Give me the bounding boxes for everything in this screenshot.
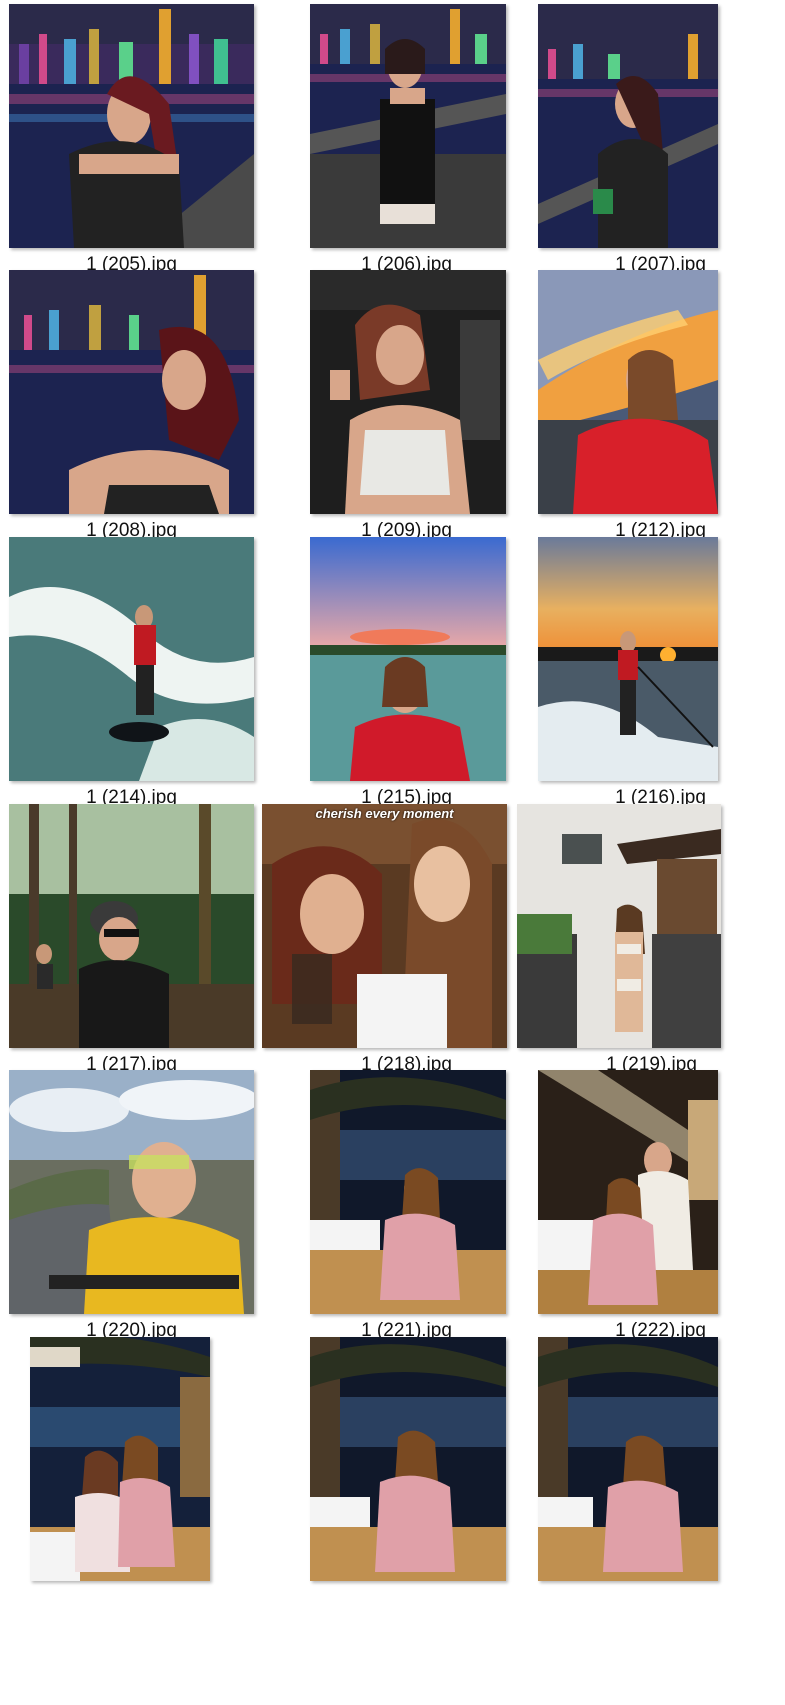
photo-car-interior xyxy=(310,270,506,514)
file-item[interactable]: 1 (209).jpg xyxy=(284,270,529,550)
file-item[interactable]: 1 (214).jpg xyxy=(9,537,254,817)
photo-terrace-duo xyxy=(30,1337,210,1581)
thumbnail[interactable] xyxy=(9,804,254,1048)
file-item[interactable]: 1 (220).jpg xyxy=(9,1070,254,1350)
thumbnail[interactable] xyxy=(284,537,529,781)
file-item[interactable]: 1 (215).jpg xyxy=(284,537,529,817)
file-item[interactable] xyxy=(9,1337,254,1617)
photo-night-terrace xyxy=(310,1070,506,1314)
file-item[interactable]: 1 (205).jpg xyxy=(9,4,254,284)
thumbnail[interactable]: cherish every moment xyxy=(262,804,507,1048)
photo-kart-road xyxy=(9,1070,254,1314)
thumbnail[interactable] xyxy=(538,1337,783,1581)
thumbnail[interactable] xyxy=(284,1337,529,1581)
thumbnail[interactable] xyxy=(9,1337,254,1581)
photo-night-city xyxy=(538,4,718,248)
thumbnail[interactable] xyxy=(284,4,529,248)
photo-night-city xyxy=(9,270,254,514)
thumbnail[interactable] xyxy=(9,4,254,248)
overlay-caption: cherish every moment xyxy=(315,806,454,821)
thumbnail[interactable] xyxy=(538,1070,783,1314)
photo-sunset-surf xyxy=(538,537,718,781)
thumbnail[interactable] xyxy=(9,270,254,514)
file-item[interactable] xyxy=(284,1337,529,1617)
thumbnail[interactable] xyxy=(9,537,254,781)
thumbnail[interactable] xyxy=(517,804,762,1048)
thumbnail[interactable] xyxy=(538,537,783,781)
file-thumbnail-grid: 1 (205).jpg 1 (206).jpg 1 (207).jpg 1 (2… xyxy=(0,0,785,1705)
photo-cafe-selfie: cherish every moment xyxy=(262,804,507,1048)
photo-night-city xyxy=(310,4,506,248)
photo-forest-ride xyxy=(9,804,254,1048)
file-item[interactable]: 1 (219).jpg xyxy=(517,804,762,1084)
thumbnail[interactable] xyxy=(284,270,529,514)
file-item[interactable]: 1 (207).jpg xyxy=(538,4,783,284)
photo-lake-dusk xyxy=(310,537,506,781)
photo-night-city xyxy=(9,4,254,248)
thumbnail[interactable] xyxy=(538,4,783,248)
file-item[interactable]: 1 (222).jpg xyxy=(538,1070,783,1350)
file-item[interactable]: 1 (216).jpg xyxy=(538,537,783,817)
file-item[interactable] xyxy=(538,1337,783,1617)
file-item[interactable]: cherish every moment 1 (218).jpg xyxy=(262,804,507,1084)
file-item[interactable]: 1 (221).jpg xyxy=(284,1070,529,1350)
thumbnail[interactable] xyxy=(538,270,783,514)
thumbnail[interactable] xyxy=(284,1070,529,1314)
file-item[interactable]: 1 (217).jpg xyxy=(9,804,254,1084)
file-item[interactable]: 1 (208).jpg xyxy=(9,270,254,550)
file-item[interactable]: 1 (206).jpg xyxy=(284,4,529,284)
file-item[interactable]: 1 (212).jpg xyxy=(538,270,783,550)
photo-night-terrace xyxy=(310,1337,506,1581)
photo-wakeboard-sea xyxy=(9,537,254,781)
photo-sunset-boat xyxy=(538,270,718,514)
thumbnail[interactable] xyxy=(9,1070,254,1314)
photo-night-terrace xyxy=(538,1337,718,1581)
photo-stone-house xyxy=(517,804,721,1048)
photo-dinner-lights xyxy=(538,1070,718,1314)
